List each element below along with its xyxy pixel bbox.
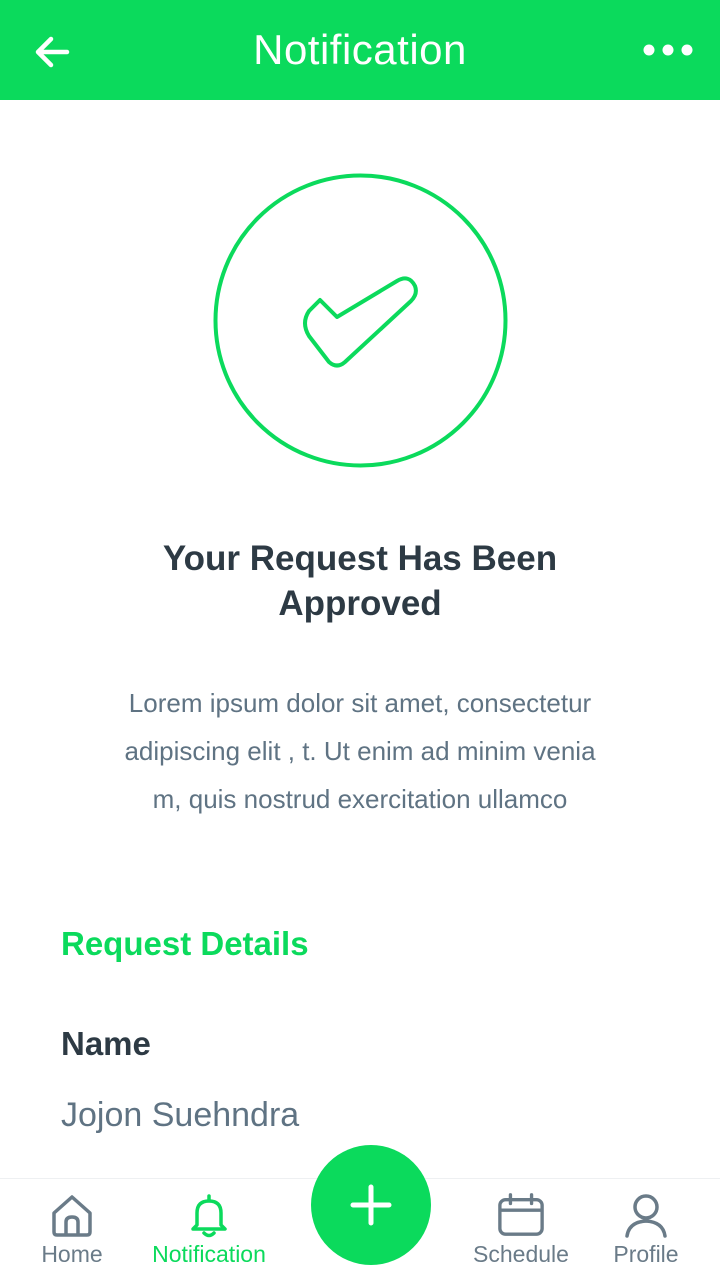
nav-label-home: Home <box>41 1241 103 1267</box>
name-value: Jojon Suehndra <box>61 1096 300 1134</box>
page-title: Notification <box>253 26 467 73</box>
approval-heading: Your Request Has Been Approved <box>0 536 720 626</box>
approval-description: Lorem ipsum dolor sit amet, consectetur … <box>90 679 630 823</box>
nav-item-notification[interactable]: Notification <box>140 1179 278 1280</box>
check-circle-icon <box>213 173 508 468</box>
screen: Notification Your Request Has Been Appro… <box>0 0 720 1280</box>
bell-icon <box>185 1191 233 1239</box>
add-button[interactable] <box>311 1145 431 1265</box>
heading-line-1: Your Request Has Been <box>162 539 558 578</box>
nav-label-schedule: Schedule <box>473 1241 569 1267</box>
name-label: Name <box>61 1025 151 1062</box>
heading-line-2: Approved <box>278 584 442 623</box>
more-horizontal-icon <box>643 44 693 56</box>
nav-label-notification: Notification <box>152 1241 266 1267</box>
nav-item-schedule[interactable]: Schedule <box>468 1179 574 1280</box>
description-line-1: Lorem ipsum dolor sit amet, consectetur <box>128 688 592 718</box>
nav-item-home[interactable]: Home <box>32 1179 112 1280</box>
home-icon <box>48 1191 96 1239</box>
arrow-left-icon <box>35 36 70 68</box>
calendar-icon <box>497 1191 545 1239</box>
success-illustration <box>213 173 508 468</box>
description-line-3: m, quis nostrud exercitation ullamco <box>152 784 568 814</box>
plus-icon <box>350 1184 392 1226</box>
more-options-button[interactable] <box>640 30 696 70</box>
nav-label-profile: Profile <box>613 1241 679 1267</box>
nav-item-profile[interactable]: Profile <box>606 1179 686 1280</box>
app-bar: Notification <box>0 0 720 100</box>
description-line-2: adipiscing elit , t. Ut enim ad minim ve… <box>124 736 596 766</box>
request-details-title: Request Details <box>61 925 309 962</box>
user-icon <box>622 1191 670 1239</box>
back-button[interactable] <box>28 28 76 76</box>
